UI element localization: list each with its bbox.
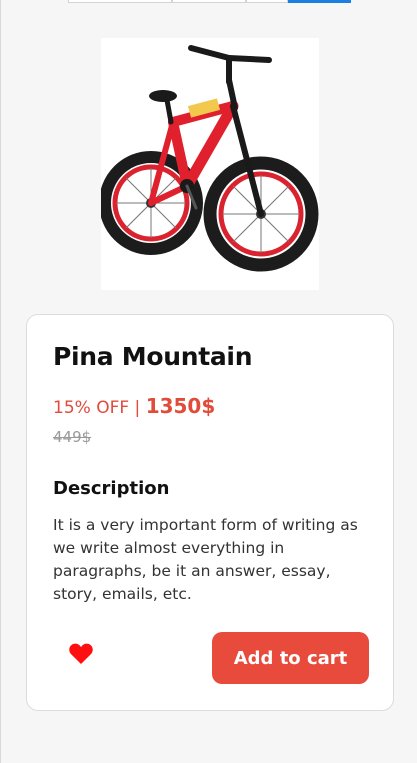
bike-frame bbox=[148, 45, 272, 217]
add-to-cart-button[interactable]: Add to cart bbox=[212, 632, 369, 684]
top-nav-segments bbox=[68, 0, 351, 4]
top-segment[interactable] bbox=[68, 0, 172, 3]
top-segment[interactable] bbox=[246, 0, 288, 3]
price-line: 15% OFF | 1350$ bbox=[53, 394, 215, 418]
heart-icon bbox=[69, 643, 93, 664]
price-separator: | bbox=[134, 398, 141, 418]
description-heading: Description bbox=[53, 478, 170, 499]
current-price: 1350$ bbox=[145, 394, 216, 418]
description-text: It is a very important form of writing a… bbox=[53, 516, 358, 603]
old-price: 449$ bbox=[53, 428, 92, 446]
product-title: Pina Mountain bbox=[53, 342, 253, 371]
discount-label: 15% OFF bbox=[53, 398, 130, 418]
top-segment-active[interactable] bbox=[288, 0, 351, 3]
bicycle-illustration bbox=[99, 45, 319, 272]
page-edge bbox=[0, 0, 1, 763]
product-card: Pina Mountain 15% OFF | 1350$ 449$ Descr… bbox=[26, 314, 394, 711]
favorite-button[interactable] bbox=[67, 642, 95, 668]
product-image bbox=[99, 38, 319, 290]
top-segment[interactable] bbox=[172, 0, 246, 3]
